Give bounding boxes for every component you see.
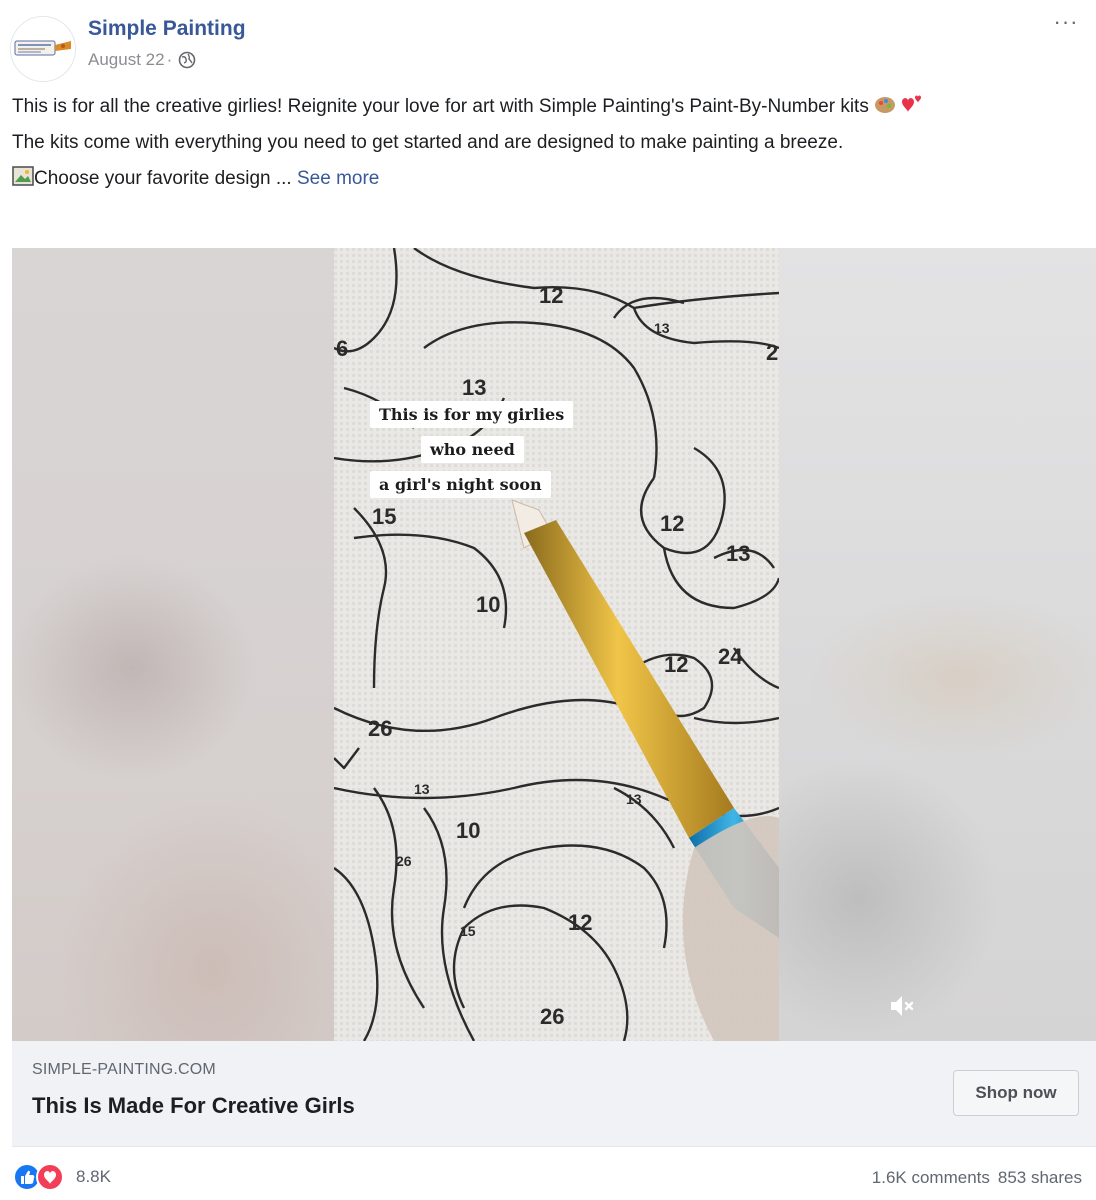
paint-by-number-canvas: 12 13 6 2 13 12 15 13 10 12 24 26 13 13 … xyxy=(334,248,779,1041)
page-name-link[interactable]: Simple Painting xyxy=(88,17,246,41)
svg-text:15: 15 xyxy=(372,504,396,529)
speaker-muted-icon xyxy=(891,996,914,1016)
svg-text:15: 15 xyxy=(460,923,476,939)
svg-text:10: 10 xyxy=(476,592,500,617)
post-stats: 1.6K comments 853 shares xyxy=(872,1168,1082,1188)
page-avatar[interactable] xyxy=(10,16,76,82)
svg-text:26: 26 xyxy=(368,716,392,741)
reaction-count: 8.8K xyxy=(76,1167,111,1186)
video-blur-right xyxy=(779,248,1096,1041)
comments-count-link[interactable]: 1.6K comments xyxy=(872,1168,990,1188)
more-options-button[interactable]: ··· xyxy=(1048,4,1084,40)
svg-text:12: 12 xyxy=(568,910,592,935)
video-caption-line-2: who need xyxy=(421,436,524,463)
svg-text:13: 13 xyxy=(726,541,750,566)
svg-text:13: 13 xyxy=(654,320,670,336)
framed-picture-icon xyxy=(12,166,34,186)
svg-text:12: 12 xyxy=(664,652,688,677)
reactions-summary[interactable]: 8.8K xyxy=(12,1162,111,1192)
svg-text:10: 10 xyxy=(456,818,480,843)
reaction-icons xyxy=(13,1163,64,1191)
svg-text:13: 13 xyxy=(462,375,486,400)
svg-text:6: 6 xyxy=(336,336,348,361)
feed-post: Simple Painting August 22 · ··· This is … xyxy=(0,0,1096,1200)
see-more-link[interactable]: See more xyxy=(297,168,379,189)
post-caption: This is for all the creative girlies! Re… xyxy=(12,92,1078,194)
shop-now-button[interactable]: Shop now xyxy=(953,1070,1079,1116)
caption-line-2: The kits come with everything you need t… xyxy=(12,132,844,153)
video-caption-line-3: a girl's night soon xyxy=(370,471,551,498)
caption-line-1: This is for all the creative girlies! Re… xyxy=(12,96,869,117)
svg-text:26: 26 xyxy=(540,1004,564,1029)
link-domain: SIMPLE-PAINTING.COM xyxy=(32,1061,216,1078)
video-frame[interactable]: 12 13 6 2 13 12 15 13 10 12 24 26 13 13 … xyxy=(334,248,779,1041)
palette-heart-emoji xyxy=(874,95,930,117)
link-preview-card[interactable]: SIMPLE-PAINTING.COM This Is Made For Cre… xyxy=(12,1041,1096,1147)
unmute-button[interactable] xyxy=(882,988,922,1024)
svg-text:24: 24 xyxy=(718,644,743,669)
link-title[interactable]: This Is Made For Creative Girls xyxy=(32,1093,355,1119)
post-date[interactable]: August 22 xyxy=(88,50,165,70)
svg-text:2: 2 xyxy=(766,340,778,365)
post-meta: August 22 · xyxy=(88,50,196,70)
svg-text:13: 13 xyxy=(414,781,430,797)
brand-logo-icon xyxy=(11,17,75,81)
engagement-bar: 8.8K 1.6K comments 853 shares xyxy=(12,1160,1082,1196)
video-blur-left xyxy=(12,248,334,1041)
svg-text:26: 26 xyxy=(396,853,412,869)
svg-text:12: 12 xyxy=(539,283,563,308)
svg-text:12: 12 xyxy=(660,511,684,536)
video-player[interactable]: 12 13 6 2 13 12 15 13 10 12 24 26 13 13 … xyxy=(12,248,1096,1041)
svg-text:13: 13 xyxy=(626,791,642,807)
date-separator: · xyxy=(166,50,173,69)
globe-icon xyxy=(178,51,196,69)
shares-count-link[interactable]: 853 shares xyxy=(998,1168,1082,1188)
caption-line-3: Choose your favorite design ... xyxy=(34,168,292,189)
video-caption-line-1: This is for my girlies xyxy=(370,401,574,428)
